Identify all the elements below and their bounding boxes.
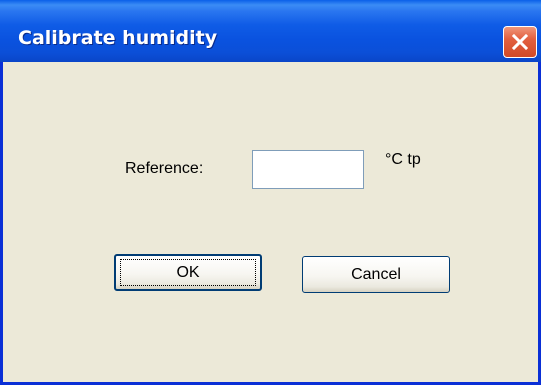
ok-button[interactable]: OK xyxy=(114,254,262,291)
ok-button-label: OK xyxy=(176,264,200,281)
window-title: Calibrate humidity xyxy=(18,27,218,49)
cancel-button[interactable]: Cancel xyxy=(302,256,450,293)
close-button[interactable] xyxy=(503,26,537,58)
reference-label: Reference: xyxy=(125,160,204,177)
calibrate-humidity-dialog: Calibrate humidity Reference: °C tp OK C… xyxy=(0,0,541,385)
close-icon xyxy=(512,34,528,50)
unit-label: °C tp xyxy=(385,151,421,168)
title-bar[interactable]: Calibrate humidity xyxy=(0,0,541,62)
cancel-button-label: Cancel xyxy=(351,266,401,283)
reference-input[interactable] xyxy=(252,150,364,189)
